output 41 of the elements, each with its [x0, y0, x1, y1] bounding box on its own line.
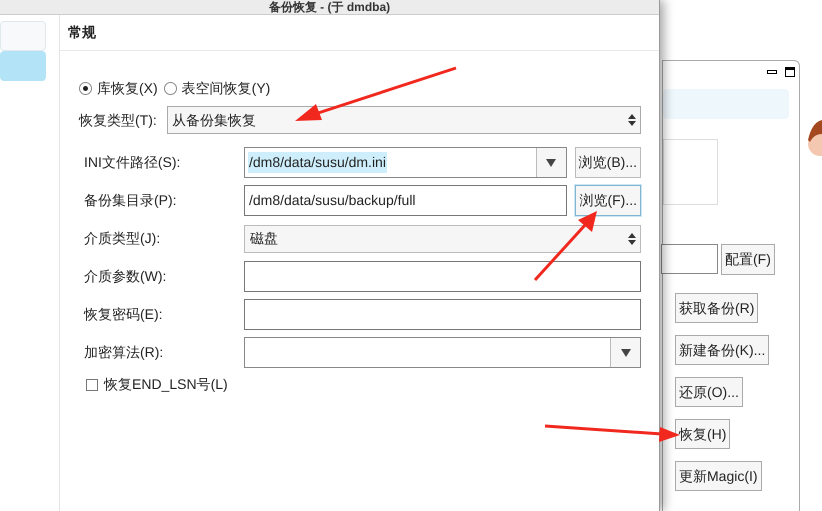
field-label: 备份集目录(P): — [84, 191, 178, 210]
checkbox-option[interactable]: 恢复END_LSN号(L) — [79, 374, 641, 395]
dropdown-button[interactable] — [536, 148, 566, 177]
input-field[interactable] — [661, 244, 718, 274]
radio-option[interactable]: 库恢复(X) — [79, 78, 158, 98]
spinner-icon — [628, 114, 636, 126]
media-type-select[interactable]: 磁盘 — [244, 224, 641, 252]
action-button[interactable]: 获取备份(R) — [675, 293, 758, 323]
restore-type-select[interactable]: 从备份集恢复 — [167, 106, 641, 134]
field-label: INI文件路径(S): — [84, 153, 182, 172]
field-label: 加密算法(R): — [84, 343, 164, 362]
dropdown-icon — [546, 158, 556, 166]
input-field[interactable] — [244, 299, 641, 330]
checkbox[interactable] — [86, 378, 98, 390]
dropdown-icon — [620, 348, 630, 356]
browse-button[interactable]: 浏览(F)... — [575, 185, 641, 216]
window-title: 备份恢复 - (于 dmdba) — [268, 0, 390, 14]
radio-button[interactable] — [164, 82, 177, 94]
config-button[interactable]: 配置(F) — [721, 244, 775, 275]
action-button[interactable]: 新建备份(K)... — [675, 335, 770, 365]
input-field[interactable]: /dm8/data/susu/backup/full — [244, 185, 568, 216]
field-label: 恢复类型(T): — [79, 110, 158, 130]
dropdown-button[interactable] — [610, 338, 640, 367]
action-button[interactable]: 还原(O)... — [675, 377, 743, 407]
panel-box — [663, 139, 718, 205]
combo-field[interactable] — [244, 337, 641, 368]
minimize-icon[interactable] — [767, 70, 777, 74]
field-label: 介质参数(W): — [84, 267, 168, 286]
maximize-icon[interactable] — [785, 67, 795, 77]
action-button[interactable]: 恢复(H) — [675, 419, 730, 449]
radio-button[interactable] — [79, 82, 92, 94]
section-title: 常规 — [68, 23, 96, 42]
combo-field[interactable]: /dm8/data/susu/dm.ini — [244, 147, 567, 178]
browse-button[interactable]: 浏览(B)... — [574, 147, 641, 178]
field-label: 恢复密码(E): — [84, 305, 164, 324]
radio-option[interactable]: 表空间恢复(Y) — [164, 78, 270, 98]
spinner-icon — [628, 232, 636, 244]
action-button[interactable]: 更新Magic(I) — [675, 461, 762, 491]
field-label: 介质类型(J): — [84, 229, 162, 248]
input-field[interactable] — [244, 261, 641, 292]
annotation-arrow — [534, 211, 597, 281]
